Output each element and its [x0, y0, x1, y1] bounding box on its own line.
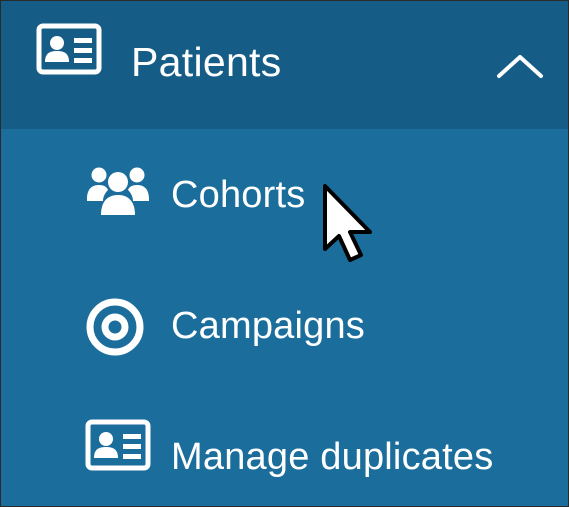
- menu-item-label: Manage duplicates: [171, 436, 494, 478]
- menu-item-label: Cohorts: [171, 174, 306, 216]
- section-title: Patients: [131, 39, 282, 85]
- users-group-icon: [85, 163, 151, 229]
- menu-item-campaigns[interactable]: Campaigns: [1, 292, 568, 372]
- patients-section-header[interactable]: Patients: [1, 1, 568, 129]
- patients-submenu: Cohorts Campaigns Manage duplicates: [1, 129, 568, 506]
- chevron-up-icon[interactable]: [495, 53, 545, 79]
- menu-item-manage-duplicates[interactable]: Manage duplicates: [1, 419, 568, 499]
- target-icon: [85, 297, 151, 363]
- navigation-panel: Patients Cohorts Campaigns Manage duplic…: [0, 0, 569, 507]
- id-card-icon: [36, 23, 102, 75]
- menu-item-cohorts[interactable]: Cohorts: [1, 161, 568, 241]
- id-card-icon: [85, 419, 151, 485]
- menu-item-label: Campaigns: [171, 305, 366, 347]
